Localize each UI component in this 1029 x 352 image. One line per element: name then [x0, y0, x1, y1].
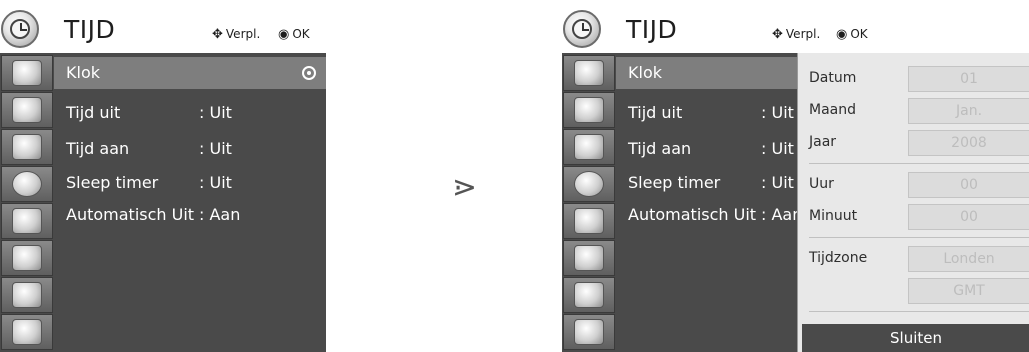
- sidebar-item-lock[interactable]: [1, 240, 53, 276]
- clock-icon: [563, 10, 601, 48]
- audio-icon: [574, 134, 604, 160]
- sidebar-item-options[interactable]: [1, 203, 53, 239]
- sidebar-item-time[interactable]: [563, 166, 615, 202]
- jaar-row: Jaar 2008: [798, 129, 1029, 157]
- audio-icon: [12, 134, 42, 160]
- menu-item-tijd-aan[interactable]: Tijd aan : Uit: [54, 133, 326, 165]
- close-button[interactable]: Sluiten: [802, 324, 1029, 352]
- sidebar-item-audio[interactable]: [563, 129, 615, 165]
- clock-icon: [12, 171, 42, 197]
- page-title: TIJD: [626, 15, 678, 44]
- left-menu-panel: TIJD ✥ Verpl. ◉ OK Klok Tijd uit : Uit Tij…: [0, 0, 326, 352]
- tv-icon: [574, 97, 604, 123]
- move-hint: ✥ Verpl.: [212, 27, 261, 42]
- ok-button-icon: ◉: [836, 27, 848, 42]
- minuut-label: Minuut: [809, 208, 858, 224]
- options-icon: [574, 208, 604, 234]
- maand-field[interactable]: Jan.: [908, 98, 1029, 124]
- clock-settings-panel: Datum 01 Maand Jan. Jaar 2008 Uur 00 Min…: [797, 53, 1029, 352]
- ok-button-icon: ◉: [278, 27, 290, 42]
- picture-icon: [12, 60, 42, 86]
- title-bar: TIJD ✥ Verpl. ◉ OK: [562, 0, 890, 53]
- sidebar-item-input[interactable]: [563, 277, 615, 313]
- gmt-offset-field[interactable]: GMT: [908, 278, 1029, 304]
- sidebar-item-lock[interactable]: [563, 240, 615, 276]
- sidebar-item-picture[interactable]: [563, 55, 615, 91]
- page-title: TIJD: [64, 15, 116, 44]
- picture-icon: [574, 60, 604, 86]
- ok-hint: ◉ OK: [836, 27, 868, 42]
- sidebar-item-tv[interactable]: [563, 92, 615, 128]
- lock-icon: [574, 245, 604, 271]
- maand-row: Maand Jan.: [798, 97, 1029, 125]
- menu-item-automatisch-uit[interactable]: Automatisch Uit : Aan: [54, 199, 326, 231]
- sidebar-item-picture[interactable]: [1, 55, 53, 91]
- sidebar-item-options[interactable]: [563, 203, 615, 239]
- jaar-field[interactable]: 2008: [908, 130, 1029, 156]
- select-radio-icon: [302, 66, 316, 80]
- sidebar-item-media[interactable]: [563, 314, 615, 350]
- tijdzone-label: Tijdzone: [809, 250, 868, 266]
- ok-hint: ◉ OK: [278, 27, 310, 42]
- uur-field[interactable]: 00: [908, 172, 1029, 198]
- divider: [809, 311, 1029, 312]
- tijdzone-field[interactable]: Londen: [908, 246, 1029, 272]
- category-sidebar: [0, 53, 54, 352]
- sidebar-item-media[interactable]: [1, 314, 53, 350]
- datum-label: Datum: [809, 70, 857, 86]
- uur-label: Uur: [809, 176, 834, 192]
- move-arrows-icon: ✥: [212, 27, 223, 42]
- divider: [809, 163, 1029, 164]
- minuut-row: Minuut 00: [798, 203, 1029, 231]
- clock-icon: [1, 10, 39, 48]
- tv-icon: [12, 97, 42, 123]
- gmt-row: GMT: [798, 277, 1029, 305]
- lock-icon: [12, 245, 42, 271]
- minuut-field[interactable]: 00: [908, 204, 1029, 230]
- jaar-label: Jaar: [809, 134, 837, 150]
- menu-item-klok[interactable]: Klok: [54, 57, 326, 89]
- move-hint: ✥ Verpl.: [772, 27, 821, 42]
- category-sidebar: [562, 53, 616, 352]
- datum-row: Datum 01: [798, 65, 1029, 93]
- sidebar-item-input[interactable]: [1, 277, 53, 313]
- time-menu: Klok Tijd uit : Uit Tijd aan : Uit Sleep…: [54, 53, 326, 352]
- menu-item-sleep-timer[interactable]: Sleep timer : Uit: [54, 167, 326, 199]
- options-icon: [12, 208, 42, 234]
- sidebar-item-tv[interactable]: [1, 92, 53, 128]
- input-icon: [12, 282, 42, 308]
- divider: [809, 237, 1029, 238]
- menu-item-tijd-uit[interactable]: Tijd uit : Uit: [54, 97, 326, 129]
- sidebar-item-audio[interactable]: [1, 129, 53, 165]
- tijdzone-row: Tijdzone Londen: [798, 245, 1029, 273]
- datum-field[interactable]: 01: [908, 66, 1029, 92]
- title-bar: TIJD ✥ Verpl. ◉ OK: [0, 0, 326, 53]
- media-icon: [12, 319, 42, 345]
- maand-label: Maand: [809, 102, 856, 118]
- uur-row: Uur 00: [798, 171, 1029, 199]
- input-icon: [574, 282, 604, 308]
- media-icon: [574, 319, 604, 345]
- next-step-arrow: ⋗: [452, 170, 478, 205]
- clock-icon: [574, 171, 604, 197]
- sidebar-item-time[interactable]: [1, 166, 53, 202]
- move-arrows-icon: ✥: [772, 27, 783, 42]
